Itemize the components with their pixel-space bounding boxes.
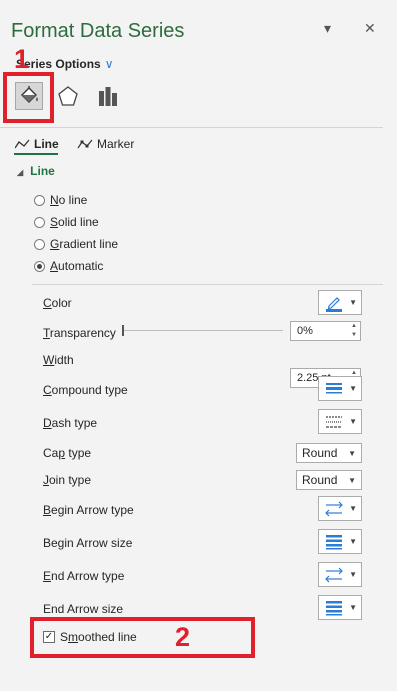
radio-label: Automatic — [50, 259, 104, 273]
chevron-down-icon: ▼ — [348, 475, 356, 485]
color-label: Color — [43, 296, 72, 310]
dash-lines-icon — [326, 415, 342, 428]
transparency-slider-thumb[interactable] — [122, 325, 124, 336]
color-picker-button[interactable]: ▼ — [318, 290, 362, 315]
radio-gradient-line[interactable]: Gradient line — [34, 237, 118, 251]
chevron-down-icon: ∨ — [104, 57, 114, 71]
line-icon — [15, 139, 30, 149]
pane-scrollbar[interactable] — [383, 45, 397, 691]
section-divider — [32, 284, 383, 285]
width-label: Width — [43, 353, 74, 367]
pane-title: Format Data Series — [11, 20, 185, 42]
join-type-value: Round — [302, 473, 338, 487]
cap-type-value: Round — [302, 446, 338, 460]
pane-options-dropdown[interactable]: ▾ — [324, 20, 331, 37]
dash-type-dropdown[interactable]: ▼ — [318, 409, 362, 434]
subtab-marker[interactable]: Marker — [77, 137, 134, 151]
subtab-line[interactable]: Line — [15, 137, 59, 151]
section-line-label: Line — [30, 164, 55, 178]
join-type-label: Join type — [43, 473, 92, 487]
annotation-number-2: 2 — [175, 622, 191, 652]
chevron-down-icon: ▼ — [349, 537, 357, 546]
radio-no-line[interactable]: No line — [34, 193, 87, 207]
arrow-size-icon — [326, 600, 342, 615]
chevron-down-icon: ▼ — [349, 417, 357, 426]
collapse-triangle-icon: ◢ — [17, 168, 24, 177]
radio-label: Solid line — [50, 215, 99, 229]
radio-label: No line — [50, 193, 88, 207]
close-button[interactable]: ✕ — [364, 20, 376, 37]
transparency-label: Transparency — [43, 326, 116, 340]
arrow-type-icon — [325, 501, 343, 516]
annotation-number-1: 1 — [14, 44, 30, 74]
radio-button[interactable] — [34, 260, 45, 272]
begin-arrow-size-dropdown[interactable]: ▼ — [318, 529, 362, 554]
pen-color-icon — [326, 296, 342, 312]
arrow-size-icon — [326, 534, 342, 549]
tabs-divider — [0, 127, 383, 128]
compound-type-label: Compound type — [43, 383, 128, 397]
chevron-down-icon: ▼ — [349, 384, 357, 393]
series-options-menu[interactable]: Series Options ∨ — [16, 57, 114, 71]
compound-type-dropdown[interactable]: ▼ — [318, 376, 362, 401]
transparency-value: 0% — [297, 325, 313, 337]
chevron-down-icon: ▼ — [349, 603, 357, 612]
end-arrow-size-dropdown[interactable]: ▼ — [318, 595, 362, 620]
radio-button[interactable] — [34, 216, 45, 228]
arrow-type-icon — [325, 567, 343, 582]
effects-tab[interactable] — [54, 82, 82, 110]
cap-type-select[interactable]: Round ▼ — [296, 443, 362, 463]
radio-label: Gradient line — [50, 237, 119, 251]
begin-arrow-type-dropdown[interactable]: ▼ — [318, 496, 362, 521]
join-type-select[interactable]: Round ▼ — [296, 470, 362, 490]
chevron-down-icon: ▾ — [324, 20, 332, 36]
cap-type-label: Cap type — [43, 446, 92, 460]
end-arrow-type-label: End Arrow type — [43, 569, 125, 583]
radio-button[interactable] — [34, 194, 45, 206]
chevron-down-icon: ▼ — [349, 298, 357, 307]
radio-button[interactable] — [34, 238, 45, 250]
begin-arrow-type-label: Begin Arrow type — [43, 503, 134, 517]
chevron-down-icon: ▼ — [349, 504, 357, 513]
section-line-header[interactable]: ◢ Line — [17, 164, 55, 178]
transparency-spinner[interactable]: 0% ▲ ▼ — [290, 321, 361, 341]
pentagon-icon — [58, 86, 78, 106]
end-arrow-size-label: End Arrow size — [43, 602, 124, 616]
dash-type-label: Dash type — [43, 416, 98, 430]
chevron-down-icon: ▼ — [348, 448, 356, 458]
transparency-slider-track[interactable] — [123, 330, 283, 331]
bar-chart-icon — [99, 87, 117, 106]
chevron-down-icon: ▼ — [349, 570, 357, 579]
end-arrow-type-dropdown[interactable]: ▼ — [318, 562, 362, 587]
begin-arrow-size-label: Begin Arrow size — [43, 536, 133, 550]
subtab-marker-label: Marker — [97, 137, 135, 151]
subtab-active-indicator — [14, 153, 58, 155]
radio-automatic[interactable]: Automatic — [34, 259, 103, 273]
subtab-line-label: Line — [34, 137, 59, 151]
close-icon: ✕ — [364, 20, 376, 36]
annotation-box-1 — [3, 72, 54, 123]
marker-icon — [77, 139, 93, 149]
series-options-tab[interactable] — [94, 82, 122, 110]
spinner-arrows-icon[interactable]: ▲▼ — [351, 322, 357, 340]
compound-lines-icon — [326, 382, 342, 393]
annotation-box-2 — [30, 617, 255, 658]
radio-solid-line[interactable]: Solid line — [34, 215, 99, 229]
